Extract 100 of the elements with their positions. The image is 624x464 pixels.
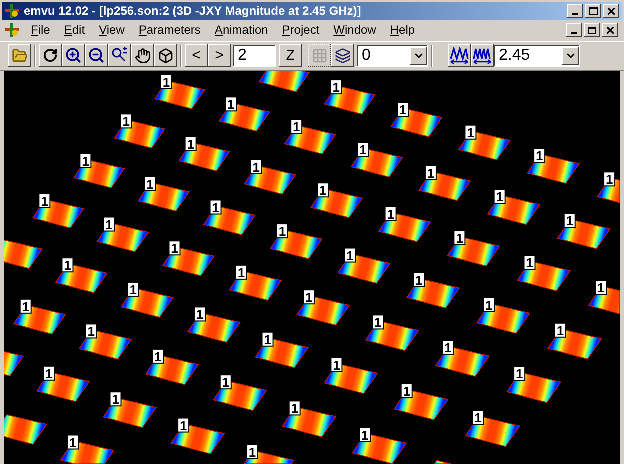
antenna-patch	[458, 130, 511, 161]
port-label: 1	[524, 255, 536, 271]
antenna-patch	[145, 354, 200, 386]
zoom-in-icon	[65, 47, 82, 64]
wave-button[interactable]	[448, 44, 471, 68]
next-button[interactable]: >	[208, 44, 231, 68]
mesh-button[interactable]	[308, 44, 331, 68]
layers-button[interactable]	[331, 44, 354, 68]
menu-item[interactable]: Parameters	[132, 21, 208, 40]
menu-item[interactable]: Edit	[57, 21, 92, 40]
port-label: 1	[372, 314, 384, 330]
menu-item[interactable]: View	[92, 21, 132, 40]
antenna-patch	[120, 288, 174, 318]
frequency-select[interactable]: 2.45	[494, 44, 580, 67]
port-label: 1	[152, 348, 164, 364]
port-label: 1	[103, 216, 116, 232]
port-label: 1	[472, 410, 484, 426]
zoom-in-button[interactable]	[62, 44, 85, 68]
pan-button[interactable]	[131, 44, 154, 68]
port-label: 1	[483, 297, 496, 313]
hand-icon	[134, 48, 150, 64]
antenna-patch	[96, 222, 150, 252]
port-label: 1	[250, 159, 262, 175]
child-minimize-button[interactable]	[566, 23, 582, 38]
port-label: 1	[144, 176, 156, 192]
port-label: 1	[359, 427, 371, 443]
port-label: 1	[330, 357, 343, 373]
antenna-patch	[244, 165, 296, 195]
menu-item[interactable]: File	[24, 21, 58, 40]
dense-wave-button[interactable]	[471, 44, 494, 68]
antenna-patch	[406, 278, 460, 309]
port-label: 1	[235, 264, 248, 280]
port-label: 1	[442, 340, 454, 356]
child-close-button[interactable]	[602, 23, 618, 38]
zoom-out-button[interactable]	[85, 44, 108, 68]
antenna-patch	[352, 433, 408, 464]
antenna-patch	[465, 416, 521, 448]
dense-wave-icon	[473, 47, 492, 64]
menu-item[interactable]: Animation	[208, 21, 276, 40]
port-label: 1	[66, 434, 79, 450]
port-label: 1	[276, 224, 288, 240]
port-label: 1	[384, 206, 397, 222]
layer-select[interactable]: 0	[357, 44, 428, 67]
antenna-patch	[255, 338, 310, 368]
close-button[interactable]	[603, 4, 619, 18]
minimize-button[interactable]	[567, 4, 583, 18]
port-label: 1	[534, 148, 546, 164]
port-label: 1	[454, 230, 466, 246]
antenna-patch	[170, 424, 226, 455]
antenna-patch	[4, 414, 48, 445]
port-label: 1	[210, 200, 222, 216]
port-label: 1	[554, 322, 566, 338]
zoom-out-icon	[88, 47, 105, 64]
port-label: 1	[85, 324, 98, 340]
antenna-patch	[73, 159, 126, 189]
layers-icon	[334, 48, 350, 64]
antenna-patch	[13, 304, 66, 335]
port-label: 1	[424, 165, 437, 181]
antenna-patch	[434, 460, 452, 464]
antenna-patch	[203, 206, 256, 236]
menu-item[interactable]: Window	[326, 21, 384, 40]
child-restore-button[interactable]	[584, 23, 600, 38]
port-label: 1	[413, 272, 426, 288]
port-label: 1	[262, 332, 274, 348]
port-label: 1	[288, 400, 301, 416]
port-label: 1	[595, 280, 607, 296]
port-label: 1	[194, 306, 206, 322]
port-label: 1	[43, 366, 56, 382]
zoom-fit-button[interactable]	[108, 44, 131, 68]
antenna-patch	[32, 199, 84, 229]
antenna-patch	[178, 142, 230, 172]
port-label: 1	[246, 444, 259, 460]
port-label: 1	[494, 189, 506, 205]
port-label: 1	[303, 290, 316, 306]
app-icon	[4, 22, 20, 38]
port-label: 1	[184, 136, 197, 152]
rotate-button[interactable]	[39, 44, 62, 68]
cube-icon	[158, 48, 174, 64]
port-label: 1	[330, 80, 342, 96]
menu-item[interactable]: Help	[383, 21, 422, 40]
rotate-icon	[43, 48, 58, 64]
prev-button[interactable]: <	[185, 44, 208, 68]
port-label: 1	[564, 213, 576, 229]
port-label: 1	[397, 102, 409, 118]
menu-item[interactable]: Project	[275, 21, 327, 40]
port-label: 1	[514, 366, 526, 382]
antenna-patch	[548, 328, 602, 360]
antenna-patch	[60, 440, 115, 464]
antenna-patch	[138, 182, 190, 212]
port-label: 1	[220, 374, 232, 390]
z-button[interactable]: Z	[279, 44, 302, 68]
open-button[interactable]	[8, 44, 31, 68]
port-label: 1	[604, 172, 616, 188]
frame-field[interactable]: 2	[233, 44, 276, 67]
view-3d-button[interactable]	[154, 44, 177, 68]
port-label: 1	[317, 182, 330, 198]
maximize-button[interactable]	[585, 4, 601, 18]
antenna-patch	[228, 270, 282, 301]
port-label: 1	[38, 193, 51, 209]
antenna-patch	[4, 351, 24, 377]
